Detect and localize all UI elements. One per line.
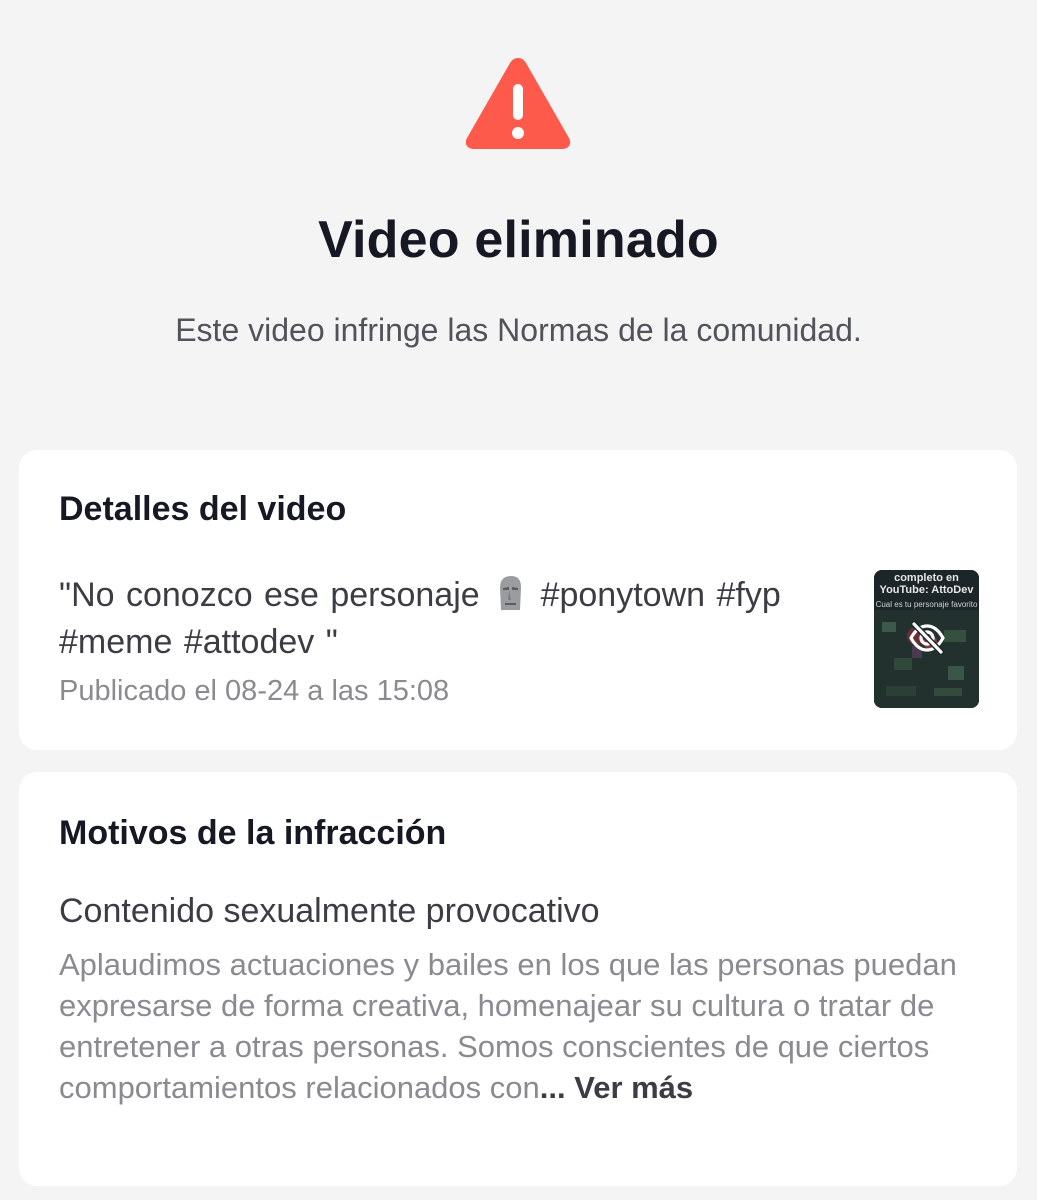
thumbnail-subcaption: Cual es tu personaje favorito — [875, 600, 978, 609]
see-more-link[interactable]: Ver más — [574, 1070, 693, 1105]
header: Video eliminado Este video infringe las … — [0, 0, 1037, 420]
page-subtitle: Este video infringe las Normas de la com… — [175, 312, 862, 348]
warning-triangle-icon — [465, 58, 571, 149]
violation-reasons-card: Motivos de la infracción Contenido sexua… — [19, 772, 1017, 1186]
ellipsis: ... — [539, 1070, 566, 1105]
details-heading: Detalles del video — [59, 490, 347, 528]
reason-text: Aplaudimos actuaciones y bailes en los q… — [59, 944, 989, 1108]
video-thumbnail[interactable]: completo en YouTube: AttoDev Cual es tu … — [874, 570, 979, 708]
video-details-card: Detalles del video "No conozco ese perso… — [19, 450, 1017, 750]
hidden-eye-icon — [909, 621, 945, 655]
reason-body: Aplaudimos actuaciones y bailes en los q… — [59, 947, 957, 1105]
page-title: Video eliminado — [318, 211, 719, 269]
thumbnail-caption: completo en YouTube: AttoDev — [879, 572, 974, 596]
video-description: "No conozco ese personaje #ponytown #fyp… — [59, 572, 819, 666]
reason-title: Contenido sexualmente provocativo — [59, 892, 600, 930]
moai-emoji-icon — [500, 576, 522, 610]
description-text-start: "No conozco ese personaje — [59, 576, 480, 614]
publish-date: Publicado el 08-24 a las 15:08 — [59, 675, 450, 707]
reasons-heading: Motivos de la infracción — [59, 814, 447, 852]
